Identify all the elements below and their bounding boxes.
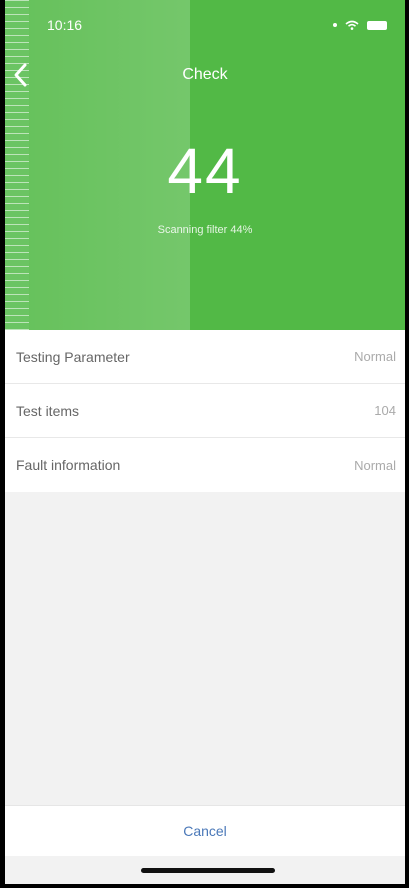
status-time: 10:16	[47, 17, 83, 33]
list-item: Test items 104	[5, 384, 405, 438]
item-label: Test items	[16, 402, 80, 419]
battery-icon	[367, 20, 387, 30]
cancel-button[interactable]: Cancel	[183, 823, 227, 839]
item-label: Fault information	[16, 457, 121, 473]
scan-status-text: Scanning filter 44%	[157, 224, 253, 236]
signal-icon	[333, 23, 337, 27]
results-list: Testing Parameter Normal Test items 104 …	[5, 330, 405, 492]
item-value: 104	[374, 403, 396, 418]
item-value: Normal	[354, 349, 396, 364]
list-item: Testing Parameter Normal	[5, 330, 405, 384]
scan-header: 10:16 Check 44 Scanning filter 44%	[5, 0, 405, 330]
item-value: Normal	[354, 457, 396, 473]
footer-bar: Cancel	[5, 805, 405, 856]
check-screen: 10:16 Check 44 Scanning filter 44% Testi…	[5, 0, 405, 884]
wifi-icon	[345, 20, 359, 30]
progress-number: 44	[167, 135, 243, 207]
status-icons	[333, 20, 387, 30]
page-title: Check	[182, 66, 228, 83]
home-indicator[interactable]	[141, 868, 275, 873]
list-item: Fault information Normal	[5, 438, 405, 492]
item-label: Testing Parameter	[16, 348, 130, 365]
